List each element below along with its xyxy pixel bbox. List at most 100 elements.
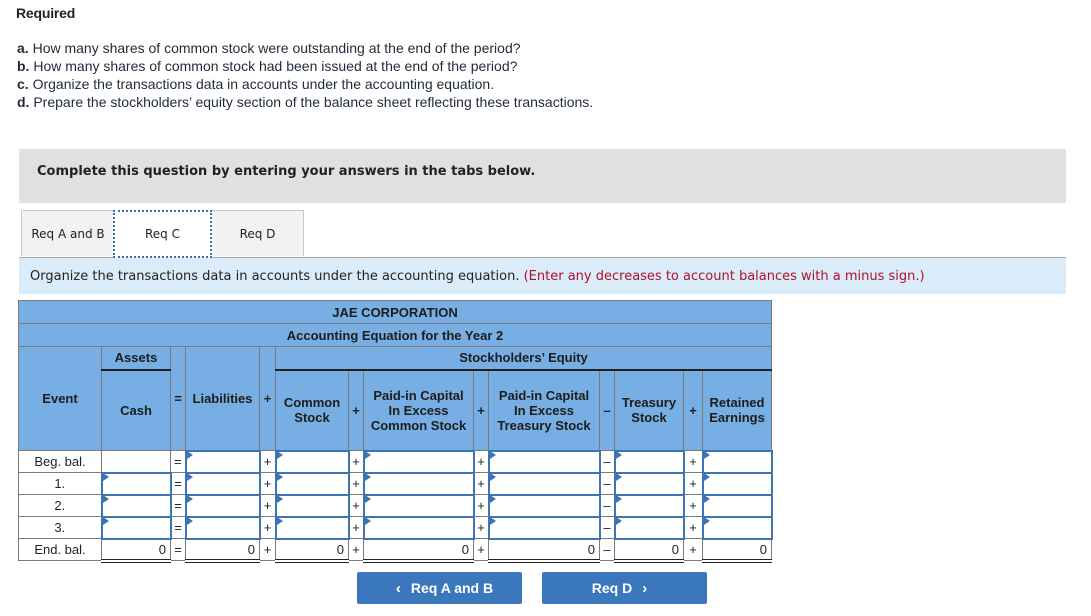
treasury-stock-input[interactable] [615,473,683,494]
op-plus: + [683,516,703,539]
header-plus-op: + [473,369,489,451]
end-common-stock-total: 0 [275,537,349,563]
pic-common-stock-input[interactable] [364,451,473,472]
tab-req-c[interactable]: Req C [113,210,212,258]
company-name: JAE CORPORATION [18,300,772,324]
common-stock-input-cell [274,449,350,474]
op-plus: + [473,472,489,495]
retained-earnings-input[interactable] [703,517,771,538]
retained-earnings-input[interactable] [703,495,771,516]
op-plus: + [348,472,364,495]
common-stock-input[interactable] [276,451,348,472]
cash-input-cell [100,471,172,496]
cash-input-cell [100,515,172,540]
liabilities-input-cell [184,493,261,518]
op-minus: – [599,538,615,561]
prev-req-button[interactable]: ‹ Req A and B [357,572,522,604]
liabilities-input-cell [184,449,261,474]
treasury-stock-input[interactable] [615,451,683,472]
pic-treasury-stock-input[interactable] [489,451,599,472]
common-stock-input[interactable] [276,495,348,516]
op-plus: + [348,516,364,539]
retained-earnings-input[interactable] [703,473,771,494]
op-eq: = [170,516,186,539]
requirement-letter: d. [17,94,30,110]
tab-req-a-and-b[interactable]: Req A and B [21,210,115,256]
op-eq: = [170,472,186,495]
event-label: End. bal. [18,538,102,561]
requirement-a: a. How many shares of common stock were … [17,39,593,57]
header-plus-op: + [683,369,703,451]
event-label: Beg. bal. [18,450,102,473]
pic-treasury-stock-input[interactable] [489,517,599,538]
treasury-input-cell [613,515,685,540]
common-stock-input-cell [274,493,350,518]
header-common-stock: Common Stock [275,369,349,451]
required-heading: Required [16,5,76,21]
header-eq-op: = [170,346,186,451]
pic-common-stock-input[interactable] [364,473,473,494]
end-pic-cs-total: 0 [363,537,474,563]
table-subtitle: Accounting Equation for the Year 2 [18,323,772,347]
retained-input-cell [701,515,773,540]
cash-input[interactable] [102,517,170,538]
op-minus: – [599,516,615,539]
requirement-c: c. Organize the transactions data in acc… [17,75,593,93]
requirement-text: How many shares of common stock were out… [32,40,521,56]
header-cash: Cash [101,369,171,451]
op-minus: – [599,472,615,495]
pic-common-stock-input[interactable] [364,495,473,516]
prompt-hint: (Enter any decreases to account balances… [523,269,925,284]
requirement-d: d. Prepare the stockholders’ equity sect… [17,93,593,111]
end-treasury-total: 0 [614,537,684,563]
requirements-list: a. How many shares of common stock were … [17,39,593,111]
liabilities-input-cell [184,515,261,540]
requirement-text: Organize the transactions data in accoun… [32,76,495,92]
cash-cell [101,450,171,473]
liabilities-input[interactable] [186,473,259,494]
treasury-input-cell [613,449,685,474]
header-event: Event [18,346,102,451]
table-row-beg-bal: Beg. bal. = + + + – + [18,449,773,474]
instructions-text: Complete this question by entering your … [37,164,536,179]
pic-common-stock-input[interactable] [364,517,473,538]
liabilities-input[interactable] [186,495,259,516]
pic-treasury-stock-input[interactable] [489,495,599,516]
pic-treasury-stock-input[interactable] [489,473,599,494]
pic-cs-input-cell [362,471,475,496]
group-assets: Assets [101,346,171,371]
pic-cs-input-cell [362,449,475,474]
retained-earnings-input[interactable] [703,451,771,472]
cash-input[interactable] [102,495,170,516]
header-treasury-stock: Treasury Stock [614,369,684,451]
common-stock-input[interactable] [276,473,348,494]
op-plus: + [473,450,489,473]
table-row-3: 3. = + + + – + [18,515,773,540]
liabilities-input[interactable] [186,451,259,472]
op-eq: = [170,538,186,561]
table-row-1: 1. = + + + – + [18,471,773,496]
event-label: 3. [18,516,102,539]
requirement-text: How many shares of common stock had been… [33,58,518,74]
op-plus: + [259,472,276,495]
header-pic-common-stock: Paid-in Capital In Excess Common Stock [363,369,474,451]
event-label: 1. [18,472,102,495]
common-stock-input[interactable] [276,517,348,538]
header-plus-op: + [348,369,364,451]
liabilities-input[interactable] [186,517,259,538]
next-req-button[interactable]: Req D › [542,572,707,604]
op-minus: – [599,494,615,517]
op-plus: + [683,494,703,517]
tab-req-d[interactable]: Req D [211,210,304,256]
header-liabilities: Liabilities [185,346,260,451]
op-eq: = [170,450,186,473]
table-row-2: 2. = + + + – + [18,493,773,518]
cash-input-cell [100,493,172,518]
treasury-stock-input[interactable] [615,495,683,516]
treasury-stock-input[interactable] [615,517,683,538]
cash-input[interactable] [102,473,170,494]
requirement-b: b. How many shares of common stock had b… [17,57,593,75]
header-pic-treasury-stock: Paid-in Capital In Excess Treasury Stock [488,369,600,451]
pic-cs-input-cell [362,515,475,540]
pic-ts-input-cell [487,515,601,540]
